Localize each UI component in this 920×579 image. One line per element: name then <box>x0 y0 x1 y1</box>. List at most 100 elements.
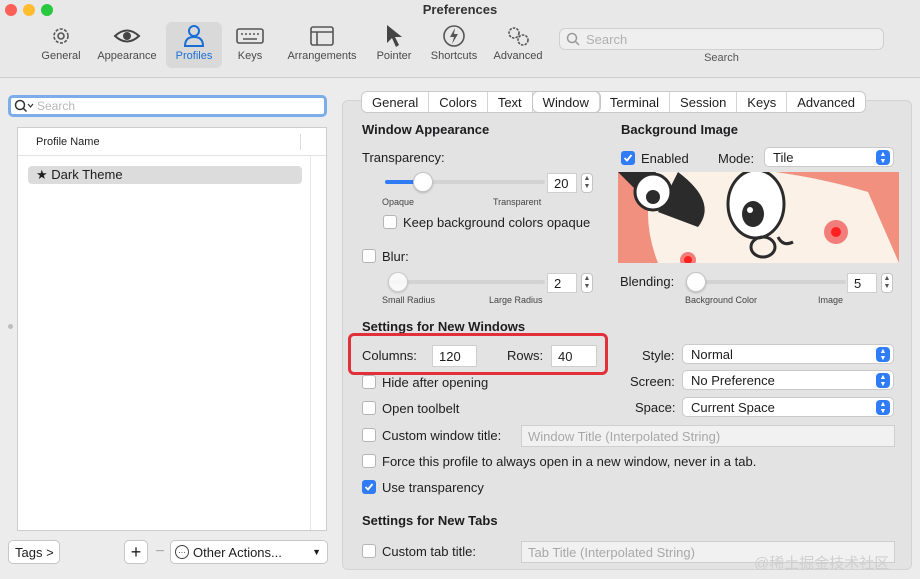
blending-knob[interactable] <box>686 272 706 292</box>
blur-slider[interactable] <box>388 272 545 292</box>
toolbar-pointer[interactable]: Pointer <box>372 22 416 68</box>
force-new-window-label: Force this profile to always open in a n… <box>382 454 757 469</box>
keyboard-icon <box>228 22 272 50</box>
keep-bg-opaque-label: Keep background colors opaque <box>403 215 591 230</box>
tab-text[interactable]: Text <box>488 92 533 112</box>
eye-icon <box>94 22 160 50</box>
watermark: @稀土掘金技术社区 <box>754 555 890 572</box>
checkmark-icon <box>623 154 633 162</box>
enabled-checkbox[interactable] <box>621 151 635 165</box>
stepper-arrows-icon: ▲ ▼ <box>876 150 890 165</box>
toolbar-arrangements[interactable]: Arrangements <box>282 22 362 68</box>
custom-tab-title-label: Custom tab title: <box>382 544 476 559</box>
custom-window-title-checkbox[interactable] <box>362 428 376 442</box>
chevron-down-icon: ▼ <box>312 547 321 557</box>
search-icon <box>566 32 580 46</box>
background-image-heading: Background Image <box>621 122 739 137</box>
tags-button[interactable]: Tags > <box>8 540 60 564</box>
column-header-profile-name[interactable]: Profile Name <box>18 128 326 156</box>
toolbar-general[interactable]: General <box>38 22 84 68</box>
transparency-stepper[interactable]: ▲ ▼ <box>581 173 593 193</box>
toolbar-appearance[interactable]: Appearance <box>94 22 160 68</box>
tab-advanced[interactable]: Advanced <box>787 92 865 112</box>
blur-stepper[interactable]: ▲ ▼ <box>581 273 593 293</box>
open-toolbelt-label: Open toolbelt <box>382 401 460 416</box>
blending-slider[interactable] <box>686 272 846 292</box>
transparency-knob[interactable] <box>413 172 433 192</box>
mode-label: Mode: <box>718 151 755 166</box>
screen-select[interactable]: No Preference ▲ ▼ <box>682 370 894 390</box>
list-item[interactable]: ★ Dark Theme <box>28 166 302 184</box>
profile-search-input[interactable]: Search <box>8 95 327 117</box>
profile-table: Profile Name ★ Dark Theme <box>17 127 327 531</box>
stepper-arrows-icon: ▲ ▼ <box>876 400 890 415</box>
opaque-label: Opaque <box>382 197 415 207</box>
use-transparency-checkbox[interactable] <box>362 480 376 494</box>
new-tabs-heading: Settings for New Tabs <box>362 513 498 528</box>
background-image-preview[interactable] <box>618 172 899 263</box>
transparency-slider[interactable] <box>385 172 545 192</box>
split-handle[interactable] <box>8 324 13 329</box>
background-color-label: Background Color <box>685 295 758 305</box>
star-icon: ★ <box>36 167 48 182</box>
tab-colors[interactable]: Colors <box>429 92 488 112</box>
force-new-window-checkbox[interactable] <box>362 454 376 468</box>
blur-knob[interactable] <box>388 272 408 292</box>
tab-session[interactable]: Session <box>670 92 738 112</box>
image-label: Image <box>818 295 844 305</box>
column-divider <box>300 134 301 150</box>
toolbar-search-input[interactable]: Search <box>559 28 884 50</box>
hide-after-opening-checkbox[interactable] <box>362 375 376 389</box>
transparency-label: Transparency: <box>362 150 445 165</box>
screen-label: Screen: <box>630 374 675 389</box>
remove-profile-button[interactable]: − <box>150 540 170 564</box>
blur-checkbox[interactable] <box>362 249 376 263</box>
tab-keys[interactable]: Keys <box>737 92 788 112</box>
toolbar-shortcuts[interactable]: Shortcuts <box>426 22 482 68</box>
space-label: Space: <box>635 400 676 415</box>
style-select[interactable]: Normal ▲ ▼ <box>682 344 894 364</box>
tab-window[interactable]: Window <box>532 92 600 112</box>
scrollbar[interactable] <box>310 156 326 530</box>
toolbar-profiles[interactable]: Profiles <box>166 22 222 68</box>
rows-label: Rows: <box>507 348 544 363</box>
rows-field[interactable]: 40 <box>551 345 597 367</box>
small-radius-label: Small Radius <box>382 295 436 305</box>
tab-terminal[interactable]: Terminal <box>600 92 671 112</box>
tab-general[interactable]: General <box>362 92 430 112</box>
search-icon <box>14 99 34 113</box>
transparency-value-field[interactable]: 20 <box>547 173 577 193</box>
window-title: Preferences <box>422 2 498 17</box>
window-title-input[interactable]: Window Title (Interpolated String) <box>521 425 895 447</box>
toolbar-keys[interactable]: Keys <box>228 22 272 68</box>
add-profile-button[interactable]: + <box>124 540 148 564</box>
cursor-icon <box>372 22 416 50</box>
toolbar-advanced[interactable]: Advanced <box>490 22 546 68</box>
blur-label: Blur: <box>382 249 409 264</box>
tab-bar: General Colors Text Window Terminal Sess… <box>361 91 867 113</box>
blending-label: Blending: <box>620 274 675 289</box>
keep-bg-opaque-checkbox[interactable] <box>383 215 397 229</box>
window-icon <box>282 22 362 50</box>
columns-field[interactable]: 120 <box>432 345 477 367</box>
space-select[interactable]: Current Space ▲ ▼ <box>682 397 894 417</box>
checkmark-icon <box>364 483 374 491</box>
open-toolbelt-checkbox[interactable] <box>362 401 376 415</box>
blending-stepper[interactable]: ▲ ▼ <box>881 273 893 293</box>
use-transparency-label: Use transparency <box>382 480 484 495</box>
custom-tab-title-checkbox[interactable] <box>362 544 376 558</box>
style-label: Style: <box>642 348 675 363</box>
search-caption: Search <box>704 52 739 64</box>
mode-select[interactable]: Tile ▲ ▼ <box>764 147 894 167</box>
blending-value-field[interactable]: 5 <box>847 273 877 293</box>
toolbar: Preferences General Appearance Profiles … <box>0 0 920 78</box>
person-icon <box>166 22 222 50</box>
custom-window-title-label: Custom window title: <box>382 428 502 443</box>
new-windows-heading: Settings for New Windows <box>362 319 526 334</box>
blur-value-field[interactable]: 2 <box>547 273 577 293</box>
more-icon: ··· <box>175 545 189 559</box>
other-actions-menu[interactable]: ··· Other Actions... ▼ <box>170 540 328 564</box>
columns-label: Columns: <box>362 348 417 363</box>
bolt-icon <box>426 22 482 50</box>
hide-after-opening-label: Hide after opening <box>382 375 489 390</box>
